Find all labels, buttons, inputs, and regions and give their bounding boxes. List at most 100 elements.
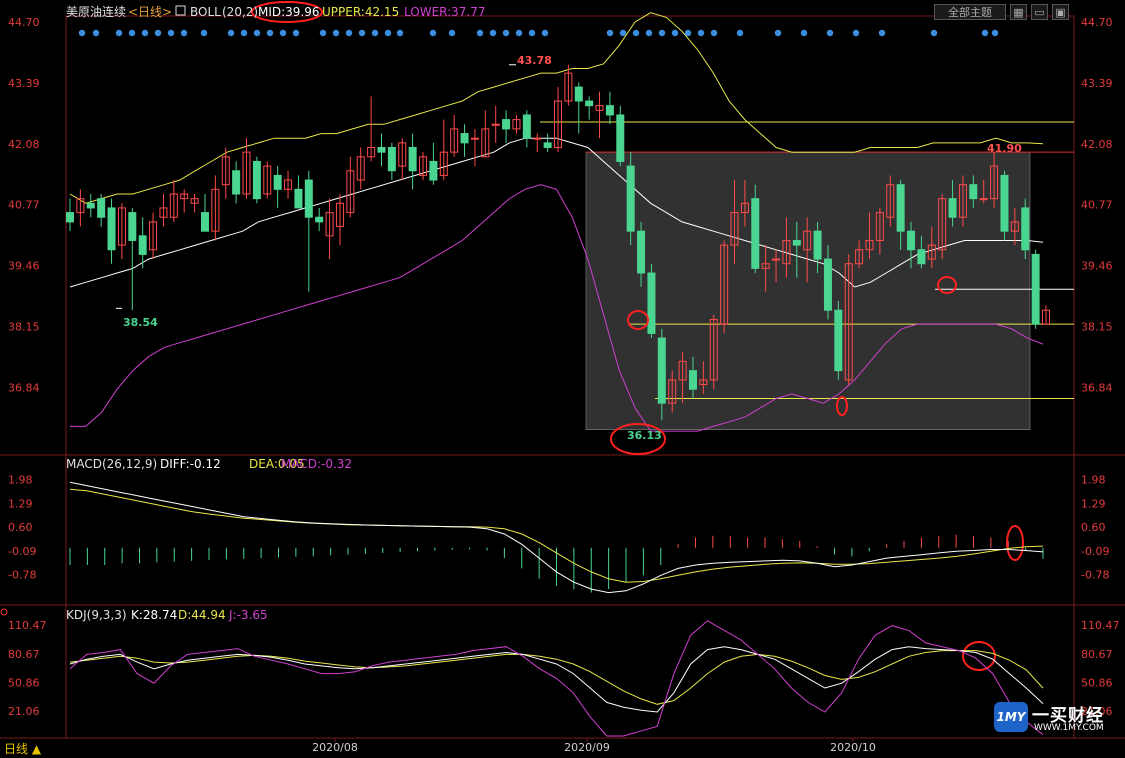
kdj-k-line xyxy=(69,646,1044,713)
signal-dot xyxy=(736,29,744,37)
signal-dot xyxy=(448,29,456,37)
boll-upper-value: UPPER:42.15 xyxy=(322,5,399,19)
kdj-y-tick: 21.06 xyxy=(8,705,40,718)
signal-dot xyxy=(671,29,679,37)
minimize-icon[interactable]: ▭ xyxy=(1031,4,1048,20)
restore-icon[interactable]: ▣ xyxy=(1052,4,1069,20)
kdj-y-tick: 50.86 xyxy=(1081,676,1113,689)
candle-body xyxy=(522,114,531,139)
candle-body xyxy=(138,235,147,255)
signal-dot xyxy=(489,29,497,37)
candle-body xyxy=(502,119,511,130)
signal-dot xyxy=(266,29,274,37)
candle-body xyxy=(232,170,241,195)
candle-body xyxy=(637,230,646,274)
signal-dot xyxy=(930,29,938,37)
macd-y-tick: -0.09 xyxy=(8,545,36,558)
candle-body xyxy=(688,370,697,390)
candle-body xyxy=(979,198,988,201)
kdj-y-tick: 80.67 xyxy=(1081,648,1113,661)
candle-body xyxy=(1031,253,1040,325)
candle-body xyxy=(387,147,396,172)
y-tick-label: 43.39 xyxy=(8,77,40,90)
candle-body xyxy=(86,202,95,209)
y-tick-label: 42.08 xyxy=(1081,138,1113,151)
signal-dot xyxy=(684,29,692,37)
boll-name: BOLL xyxy=(190,5,221,19)
instrument-title: 美原油连续 xyxy=(66,4,126,19)
signal-dot xyxy=(279,29,287,37)
signal-dot xyxy=(502,29,510,37)
candle-body xyxy=(605,105,614,116)
candle-body xyxy=(491,123,500,126)
candle-body xyxy=(97,198,106,218)
candle-body xyxy=(834,309,843,372)
brand-logo: 1MY xyxy=(994,702,1028,732)
y-tick-label: 39.46 xyxy=(1081,260,1113,273)
kdj-name: KDJ(9,3,3) xyxy=(66,608,127,622)
candle-body xyxy=(533,137,542,140)
candle-body xyxy=(128,212,137,241)
signal-dot xyxy=(115,29,123,37)
signal-dot xyxy=(476,29,484,37)
y-tick-label: 42.08 xyxy=(8,138,40,151)
signal-dot xyxy=(528,29,536,37)
signal-dot xyxy=(358,29,366,37)
recent-high-label: 41.90 xyxy=(987,142,1022,155)
candle-body xyxy=(470,137,479,140)
signal-dot xyxy=(253,29,261,37)
signal-dot xyxy=(878,29,886,37)
y-tick-label: 40.77 xyxy=(1081,199,1113,212)
y-tick-label: 44.70 xyxy=(8,16,40,29)
signal-dot xyxy=(396,29,404,37)
candle-body xyxy=(1021,207,1030,251)
signal-dot xyxy=(345,29,353,37)
signal-dot xyxy=(606,29,614,37)
kdj-j-value: J:-3.65 xyxy=(228,608,268,622)
candle-body xyxy=(917,249,926,265)
bottom-label: 36.13 xyxy=(627,429,662,442)
signal-dot xyxy=(227,29,235,37)
signal-dot xyxy=(991,29,999,37)
candle-body xyxy=(969,184,978,200)
candle-body xyxy=(377,147,386,153)
grid-icon[interactable]: ▦ xyxy=(1010,4,1027,20)
bottom-bar xyxy=(0,738,1125,758)
macd-y-tick: 0.60 xyxy=(1081,521,1106,534)
macd-y-tick: 1.98 xyxy=(1081,474,1106,487)
brand-url: WWW.1MY.COM xyxy=(1034,723,1104,733)
signal-dot xyxy=(92,29,100,37)
candle-body xyxy=(429,160,438,181)
signal-dot xyxy=(981,29,989,37)
candle-body xyxy=(107,207,116,251)
kdj-y-tick: 50.86 xyxy=(8,676,40,689)
signal-dot xyxy=(800,29,808,37)
macd-y-tick: 1.29 xyxy=(8,497,33,510)
kdj-y-tick: 110.47 xyxy=(8,619,47,632)
y-tick-label: 44.70 xyxy=(1081,16,1113,29)
highlight-circle xyxy=(1006,525,1024,561)
kdj-y-tick: 80.67 xyxy=(8,648,40,661)
chart-canvas: 44.70 44.70 43.39 43.39 42.08 42.08 40.77 40.77… xyxy=(0,1,1125,754)
candle-body xyxy=(751,198,760,269)
signal-dot xyxy=(632,29,640,37)
signal-dot xyxy=(852,29,860,37)
candle-body xyxy=(823,258,832,311)
kdj-d-line xyxy=(69,650,1044,705)
signal-dot xyxy=(200,29,208,37)
low-label: 38.54 xyxy=(123,316,158,329)
boll-lower-value: LOWER:37.77 xyxy=(404,5,486,19)
panel-marker-icon xyxy=(0,608,8,616)
kdj-j-line xyxy=(69,620,1044,737)
period-tab[interactable]: 日线 ▲ xyxy=(4,740,41,757)
macd-name: MACD(26,12,9) xyxy=(66,457,157,471)
candle-body xyxy=(813,230,822,260)
theme-button[interactable]: 全部主题 xyxy=(934,4,1006,20)
signal-dot xyxy=(371,29,379,37)
signal-dot xyxy=(292,29,300,37)
signal-dot xyxy=(541,29,549,37)
signal-dot xyxy=(515,29,523,37)
candle-body xyxy=(907,230,916,251)
macd-macd-value: MACD:-0.32 xyxy=(281,457,352,471)
candle-body xyxy=(460,133,469,144)
